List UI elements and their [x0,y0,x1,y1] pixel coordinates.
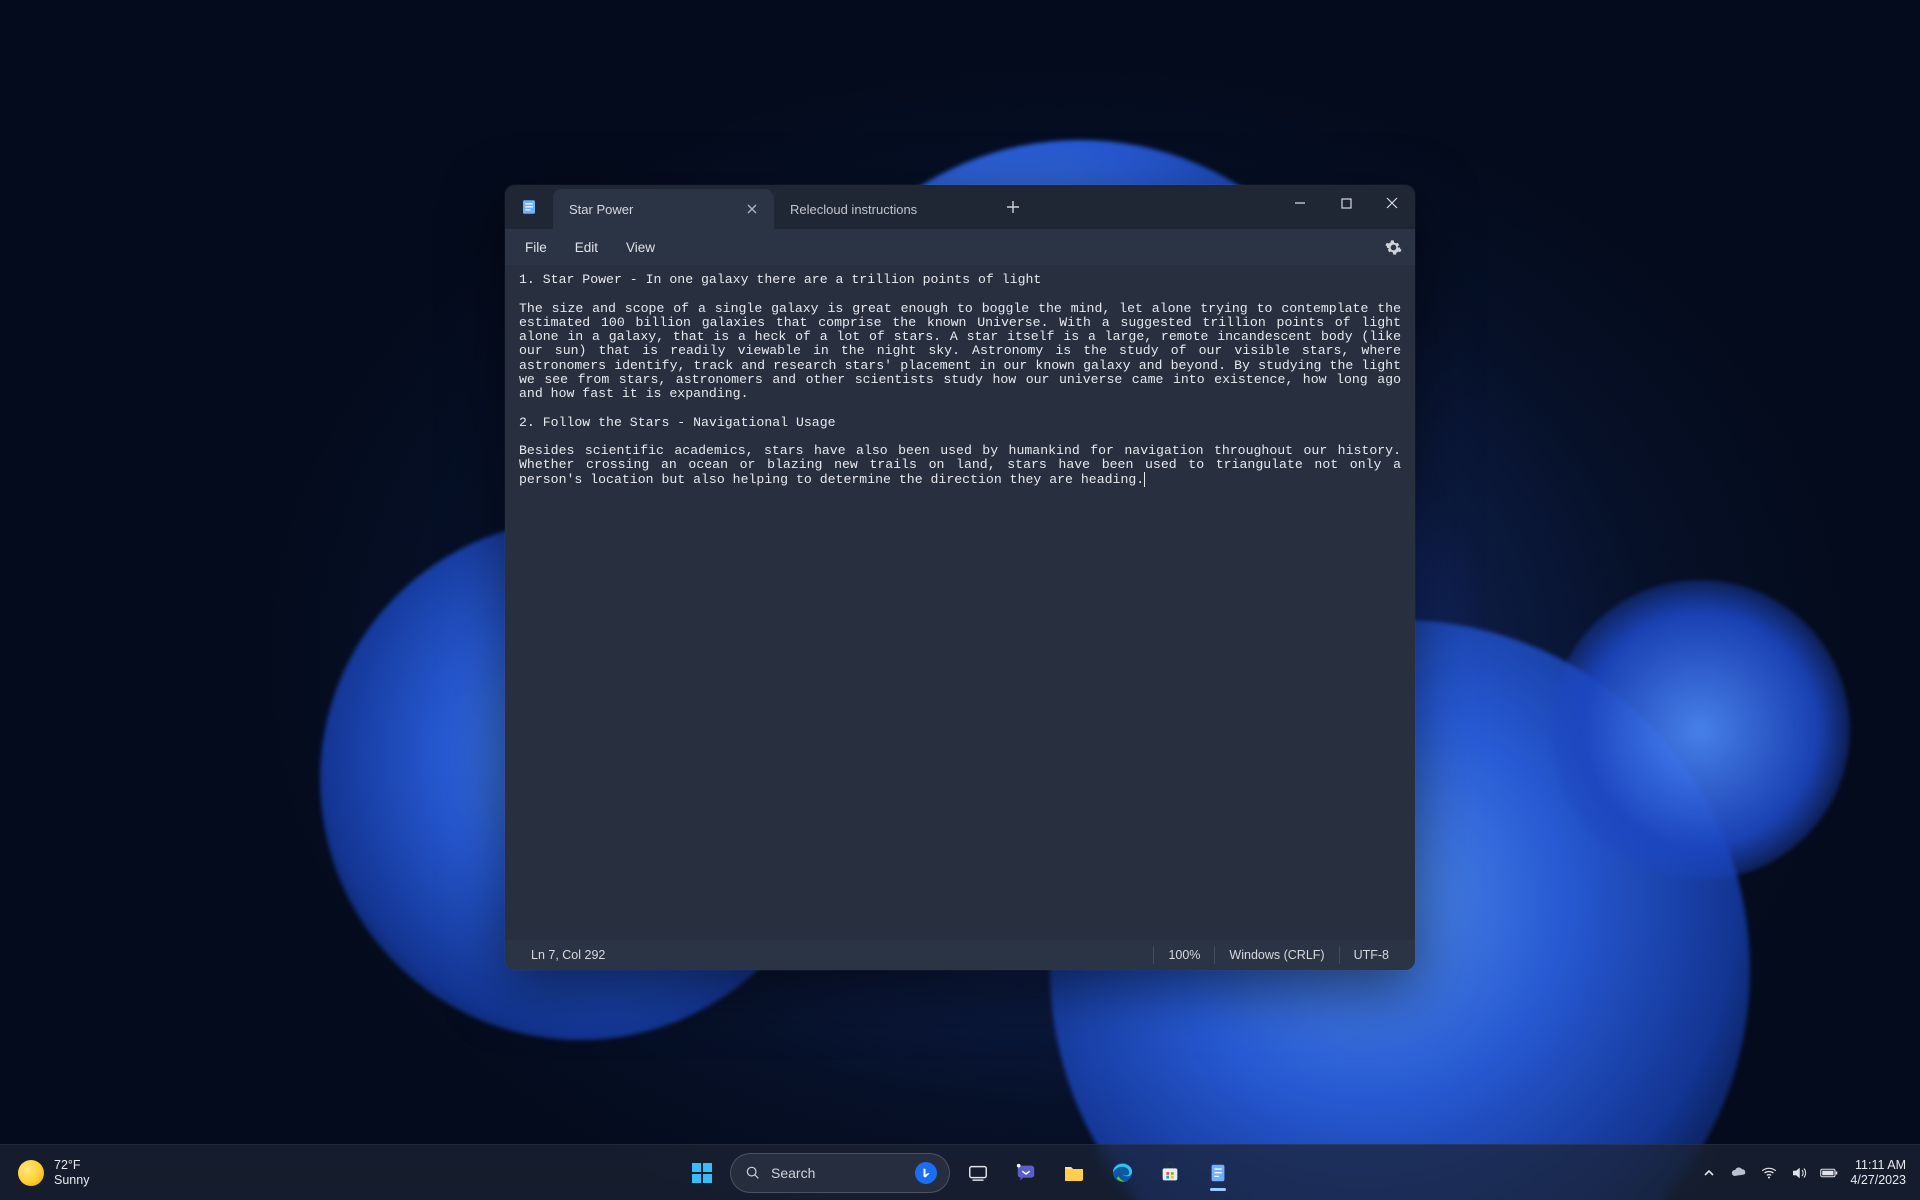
wifi-icon[interactable] [1760,1164,1778,1182]
taskbar-center: Search [682,1153,1238,1193]
statusbar: Ln 7, Col 292 100% Windows (CRLF) UTF-8 [505,940,1415,970]
volume-icon[interactable] [1790,1164,1808,1182]
weather-sun-icon [18,1160,44,1186]
weather-widget[interactable]: 72°F Sunny [10,1154,97,1191]
settings-button[interactable] [1377,231,1409,263]
search-placeholder: Search [771,1165,815,1181]
status-encoding: UTF-8 [1340,948,1403,962]
start-button[interactable] [682,1153,722,1193]
tab-star-power[interactable]: Star Power [553,189,773,229]
menu-view[interactable]: View [612,234,669,261]
tray-overflow-button[interactable] [1700,1164,1718,1182]
store-button[interactable] [1150,1153,1190,1193]
new-tab-button[interactable] [993,185,1033,229]
status-line-ending: Windows (CRLF) [1215,948,1338,962]
battery-icon[interactable] [1820,1164,1838,1182]
tab-strip: Star Power Relecloud instructions [553,185,1277,229]
text-editor[interactable]: 1. Star Power - In one galaxy there are … [505,265,1415,940]
wallpaper-bloom [1550,580,1850,880]
edge-icon [1111,1161,1134,1184]
status-zoom[interactable]: 100% [1154,948,1214,962]
titlebar[interactable]: Star Power Relecloud instructions [505,185,1415,229]
text-caret [1144,472,1145,487]
onedrive-icon[interactable] [1730,1164,1748,1182]
taskbar: 72°F Sunny Search [0,1144,1920,1200]
menu-edit[interactable]: Edit [561,234,612,261]
weather-temp: 72°F [54,1158,89,1172]
edge-button[interactable] [1102,1153,1142,1193]
tab-label: Relecloud instructions [790,202,917,217]
tab-close-icon[interactable] [747,204,757,214]
status-cursor-position: Ln 7, Col 292 [517,948,619,962]
taskbar-search[interactable]: Search [730,1153,950,1193]
notepad-window: Star Power Relecloud instructions File E… [505,185,1415,970]
gear-icon [1385,239,1402,256]
tab-relecloud-instructions[interactable]: Relecloud instructions [773,189,993,229]
task-view-icon [967,1162,989,1184]
search-icon [745,1165,761,1181]
task-view-button[interactable] [958,1153,998,1193]
close-button[interactable] [1369,187,1415,219]
notepad-icon [1207,1162,1229,1184]
file-explorer-button[interactable] [1054,1153,1094,1193]
clock-date: 4/27/2023 [1850,1173,1906,1187]
menubar: File Edit View [505,229,1415,265]
notepad-app-icon [505,185,553,229]
chat-icon [1015,1162,1037,1184]
chat-button[interactable] [1006,1153,1046,1193]
tab-label: Star Power [569,202,633,217]
store-icon [1159,1162,1181,1184]
folder-icon [1062,1161,1086,1185]
weather-text: 72°F Sunny [54,1158,89,1187]
menu-file[interactable]: File [511,234,561,261]
system-tray [1700,1164,1838,1182]
minimize-button[interactable] [1277,187,1323,219]
weather-condition: Sunny [54,1173,89,1187]
bing-chat-icon[interactable] [915,1162,937,1184]
windows-logo-icon [690,1161,714,1185]
maximize-button[interactable] [1323,187,1369,219]
document-text: 1. Star Power - In one galaxy there are … [519,272,1409,487]
clock-time: 11:11 AM [1850,1158,1906,1172]
window-controls [1277,185,1415,229]
notepad-taskbar-button[interactable] [1198,1153,1238,1193]
taskbar-clock[interactable]: 11:11 AM 4/27/2023 [1850,1158,1910,1187]
